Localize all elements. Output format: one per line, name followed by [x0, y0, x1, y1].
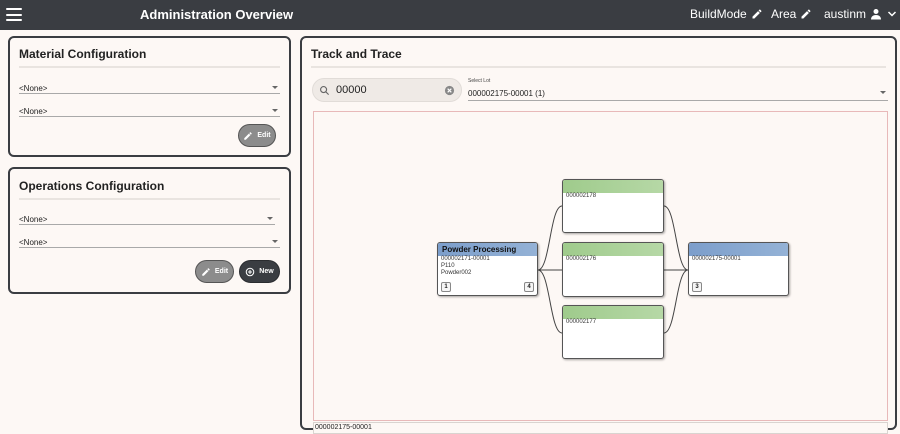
node-title: Powder Processing — [438, 243, 537, 256]
dropdown-caret-icon — [272, 109, 278, 112]
trace-diagram-canvas[interactable]: Powder Processing 000002171-00001 P110 P… — [313, 111, 888, 421]
node-badge-right: 4 — [524, 282, 534, 292]
dropdown-caret-icon — [272, 86, 278, 89]
link-source-bottom — [537, 269, 563, 334]
node-lot: 000002176 — [566, 256, 597, 262]
dropdown-caret-icon — [272, 240, 278, 243]
link-top-target — [663, 205, 689, 271]
node-badge-left: 3 — [692, 282, 702, 292]
trace-node-000002178[interactable]: 000002178 — [562, 179, 664, 233]
area-button[interactable]: Area — [771, 7, 812, 21]
trace-node-000002176[interactable]: 000002176 — [562, 242, 664, 297]
operations-select-1[interactable]: <None> — [19, 213, 275, 225]
user-menu[interactable]: austinm — [824, 7, 898, 21]
operations-configuration-panel: Operations Configuration <None> <None> E… — [8, 167, 291, 294]
search-input[interactable] — [336, 84, 436, 96]
node-lot: 000002177 — [566, 319, 597, 325]
person-icon — [871, 9, 882, 20]
new-label: New — [259, 268, 274, 275]
area-label: Area — [771, 7, 797, 21]
material-edit-button[interactable]: Edit — [238, 124, 276, 147]
buildmode-label: BuildMode — [690, 7, 747, 21]
material-select-2-value: <None> — [19, 107, 48, 116]
operations-edit-button[interactable]: Edit — [195, 260, 234, 283]
node-badge-left: 1 — [441, 282, 451, 292]
chevron-down-icon — [888, 11, 897, 17]
divider — [19, 198, 280, 200]
material-select-1-value: <None> — [19, 84, 48, 93]
divider — [311, 66, 886, 68]
node-lot: 000002178 — [566, 193, 597, 199]
buildmode-button[interactable]: BuildMode — [690, 7, 763, 21]
material-select-1[interactable]: <None> — [19, 82, 280, 94]
search-icon — [320, 86, 330, 96]
link-bottom-target — [663, 269, 689, 334]
node-line-3: Powder002 — [441, 270, 472, 276]
node-lot: 000002175-00001 — [692, 256, 741, 262]
node-header — [563, 243, 663, 256]
dropdown-caret-icon — [267, 217, 273, 220]
edit-label: Edit — [214, 268, 229, 275]
material-configuration-title: Material Configuration — [19, 47, 147, 61]
material-configuration-panel: Material Configuration <None> <None> Edi… — [8, 36, 291, 157]
trace-status-bar: 000002175-00001 — [313, 422, 888, 434]
node-lot: 000002171-00001 — [441, 256, 490, 262]
select-lot-label: Select Lot — [468, 78, 491, 84]
trace-node-000002175-00001[interactable]: 000002175-00001 3 — [688, 242, 789, 296]
edit-label: Edit — [257, 132, 271, 139]
track-and-trace-title: Track and Trace — [311, 47, 402, 61]
node-header — [689, 243, 788, 256]
lot-select[interactable]: 000002175-00001 (1) — [468, 87, 888, 101]
search-box — [312, 78, 462, 102]
operations-select-2[interactable]: <None> — [19, 236, 280, 248]
divider — [19, 66, 280, 68]
material-select-2[interactable]: <None> — [19, 105, 280, 117]
pencil-icon — [244, 131, 253, 140]
username: austinm — [824, 7, 867, 21]
plus-circle-icon — [246, 267, 255, 276]
node-header — [563, 306, 663, 319]
pencil-icon — [752, 9, 762, 19]
trace-node-powder-processing[interactable]: Powder Processing 000002171-00001 P110 P… — [437, 242, 538, 296]
pencil-icon — [202, 267, 210, 276]
hamburger-menu-icon[interactable] — [6, 8, 22, 21]
pencil-icon — [801, 9, 811, 19]
lot-select-value: 000002175-00001 (1) — [468, 89, 545, 98]
track-and-trace-panel: Track and Trace Select Lot 000002175-000… — [300, 36, 897, 434]
top-bar: Administration Overview BuildMode Area a… — [0, 0, 900, 30]
page-title: Administration Overview — [140, 7, 294, 22]
clear-icon[interactable] — [444, 85, 455, 96]
operations-select-1-value: <None> — [19, 215, 48, 224]
trace-node-000002177[interactable]: 000002177 — [562, 305, 664, 359]
link-source-top — [537, 205, 563, 271]
operations-select-2-value: <None> — [19, 238, 48, 247]
operations-configuration-title: Operations Configuration — [19, 179, 165, 193]
node-line-2: P110 — [441, 263, 455, 269]
node-header — [563, 180, 663, 193]
operations-new-button[interactable]: New — [239, 260, 280, 283]
dropdown-caret-icon — [880, 91, 886, 94]
